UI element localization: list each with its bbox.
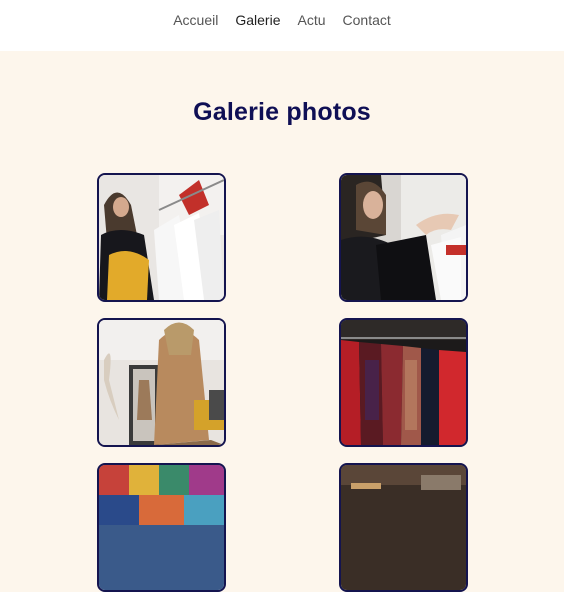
photo-woman-rack-icon [99,175,224,300]
top-navigation: Accueil Galerie Actu Contact [0,0,564,51]
page-title: Galerie photos [193,98,371,126]
nav-links: Accueil Galerie Actu Contact [0,11,564,29]
nav-link-contact[interactable]: Contact [334,11,399,29]
photo-fabrics-icon [99,465,224,590]
gallery-photo-6[interactable] [339,463,468,592]
gallery-photo-1[interactable] [97,173,226,302]
photo-shop-interior-icon [341,465,466,590]
photo-woman-hanger-icon [341,175,466,300]
gallery-photo-5[interactable] [97,463,226,592]
nav-link-actu[interactable]: Actu [289,11,334,29]
nav-link-galerie[interactable]: Galerie [227,11,289,29]
gallery-photo-3[interactable] [97,318,226,447]
photo-woman-mirror-icon [99,320,224,445]
gallery-photo-4[interactable] [339,318,468,447]
gallery-photo-2[interactable] [339,173,468,302]
photo-clothes-rack-icon [341,320,466,445]
nav-link-accueil[interactable]: Accueil [165,11,227,29]
